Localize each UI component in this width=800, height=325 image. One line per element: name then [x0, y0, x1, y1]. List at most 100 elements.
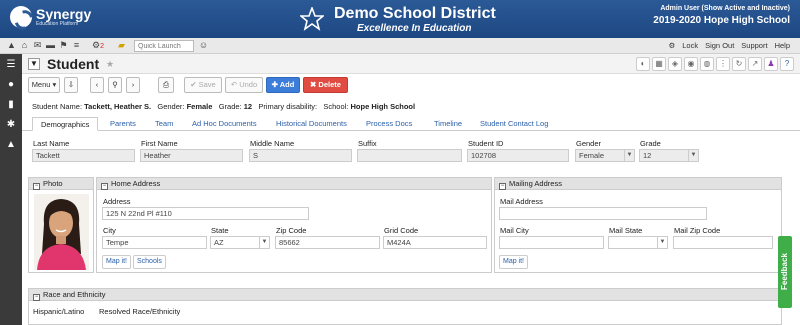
lock-icon[interactable]: ▲ [6, 40, 17, 51]
notifications-icon[interactable]: ⚙2 [86, 40, 110, 51]
external-icon[interactable]: ↗ [748, 57, 762, 71]
previous-icon[interactable]: ‹ [90, 77, 104, 93]
road-icon[interactable]: ▲ [5, 139, 17, 151]
brand-name: Synergy [36, 6, 92, 22]
person-icon[interactable]: ☺ [198, 40, 209, 51]
flag-icon[interactable]: ⚑ [58, 40, 69, 51]
tab-demographics[interactable]: Demographics [32, 117, 99, 131]
photo-panel: − Photo [28, 177, 94, 273]
schools-button[interactable]: Schools [133, 255, 166, 269]
lock-link[interactable]: Lock [682, 41, 698, 50]
export-icon[interactable]: ⇩ [64, 77, 78, 93]
tab-parents[interactable]: Parents [102, 117, 144, 131]
address-field[interactable]: 125 N 22nd Pl #110 [102, 207, 309, 220]
mailing-address-header[interactable]: − Mailing Address [495, 178, 781, 190]
add-button[interactable]: ✚ Add [266, 77, 300, 93]
suffix-field[interactable] [357, 149, 462, 162]
student-summary: Student Name: Tackett, Heather S. Gender… [32, 102, 416, 111]
district-motto: Excellence In Education [357, 23, 472, 34]
gear-icon[interactable]: ⚙ [669, 41, 676, 50]
collapse-icon[interactable]: − [33, 183, 40, 190]
first-name-label: First Name [141, 139, 178, 148]
menu-icon[interactable]: ☰ [5, 59, 17, 71]
mail-state-label: Mail State [609, 226, 643, 235]
quick-launch-input[interactable] [134, 40, 194, 52]
tool-icon-2[interactable]: ▦ [652, 57, 666, 71]
grid-code-field[interactable]: M424A [383, 236, 487, 249]
search-icon[interactable]: ⚲ [108, 77, 122, 93]
tab-historical-documents[interactable]: Historical Documents [268, 117, 355, 131]
top-banner: Synergy Education Platform Demo School D… [0, 0, 800, 38]
first-name-field[interactable]: Heather [140, 149, 243, 162]
filter-icon[interactable]: ▼ [28, 58, 40, 70]
mail-map-it-button[interactable]: Map it! [499, 255, 529, 269]
list-icon[interactable]: ≡ [71, 40, 82, 51]
mail-city-field[interactable] [499, 236, 604, 249]
tab-team[interactable]: Team [147, 117, 181, 131]
user-info: Admin User (Show Active and Inactive) 20… [653, 4, 790, 28]
feedback-tab[interactable]: Feedback [778, 236, 792, 308]
tool-icon-4[interactable]: ◉ [684, 57, 698, 71]
tab-student-contact-log[interactable]: Student Contact Log [472, 117, 556, 131]
photo-panel-header[interactable]: − Photo [29, 178, 93, 190]
message-icon[interactable]: ▬ [45, 40, 56, 51]
grade-select[interactable]: 12 ▼ [639, 149, 699, 162]
tab-adhoc-documents[interactable]: Ad Hoc Documents [184, 117, 265, 131]
title-tools: ◐ ▦ ◈ ◉ ◍ ⋮ ↻ ↗ ♟ ? [636, 57, 794, 71]
collapse-icon[interactable]: − [499, 183, 506, 190]
print-icon[interactable]: ⎙ [158, 77, 174, 93]
middle-name-field[interactable]: S [249, 149, 352, 162]
state-select[interactable]: AZ ▼ [210, 236, 270, 249]
mail-address-field[interactable] [499, 207, 707, 220]
address-label: Address [103, 197, 131, 206]
folder-icon[interactable]: ▰ [116, 40, 127, 51]
gender-label: Gender [576, 139, 602, 148]
sign-out-link[interactable]: Sign Out [705, 41, 734, 50]
collapse-icon[interactable]: − [101, 183, 108, 190]
settings-icon[interactable]: ✱ [5, 119, 17, 131]
support-link[interactable]: Support [741, 41, 767, 50]
bookmark-icon[interactable]: ▮ [5, 99, 17, 111]
city-label: City [103, 226, 116, 235]
suffix-label: Suffix [358, 139, 377, 148]
zip-field[interactable]: 85662 [275, 236, 380, 249]
home-address-header[interactable]: − Home Address [97, 178, 491, 190]
refresh-icon[interactable]: ↻ [732, 57, 746, 71]
tab-timeline[interactable]: Timeline [426, 117, 470, 131]
delete-button[interactable]: ✖ Delete [303, 77, 348, 93]
menu-button[interactable]: Menu ▾ [28, 77, 60, 93]
left-nav: ☰ ● ▮ ✱ ▲ [0, 54, 22, 325]
last-name-field[interactable]: Tackett [32, 149, 135, 162]
student-id-field[interactable]: 102708 [467, 149, 569, 162]
undo-button[interactable]: ↶ Undo [225, 77, 263, 93]
tool-icon-5[interactable]: ◍ [700, 57, 714, 71]
home-icon[interactable]: ⌂ [19, 40, 30, 51]
hispanic-latino-label: Hispanic/Latino [33, 307, 85, 316]
tab-process-docs[interactable]: Process Docs [358, 117, 420, 131]
map-it-button[interactable]: Map it! [102, 255, 132, 269]
race-ethnicity-panel: − Race and Ethnicity Hispanic/Latino Reso… [28, 288, 782, 325]
more-icon[interactable]: ⋮ [716, 57, 730, 71]
user-icon[interactable]: ♟ [764, 57, 778, 71]
collapse-icon[interactable]: − [33, 294, 40, 301]
user-name[interactable]: Admin User (Show Active and Inactive) [653, 4, 790, 14]
next-icon[interactable]: › [126, 77, 140, 93]
mail-state-select[interactable]: ▼ [608, 236, 668, 249]
help-icon[interactable]: ? [780, 57, 794, 71]
tool-icon-1[interactable]: ◐ [636, 57, 650, 71]
race-ethnicity-header[interactable]: − Race and Ethnicity [29, 289, 781, 301]
save-button[interactable]: ✔ Save [184, 77, 222, 93]
city-field[interactable]: Tempe [102, 236, 207, 249]
grid-code-label: Grid Code [384, 226, 419, 235]
chevron-down-icon: ▼ [657, 237, 667, 248]
favorite-icon[interactable]: ★ [106, 59, 114, 70]
synergy-logo[interactable]: Synergy Education Platform [10, 6, 91, 28]
location-icon[interactable]: ● [5, 79, 17, 91]
gender-select[interactable]: Female ▼ [575, 149, 635, 162]
student-name: Tackett, Heather S. [84, 102, 152, 111]
mail-zip-field[interactable] [673, 236, 773, 249]
help-link[interactable]: Help [775, 41, 790, 50]
mail-icon[interactable]: ✉ [32, 40, 43, 51]
tool-icon-3[interactable]: ◈ [668, 57, 682, 71]
school-year[interactable]: 2019-2020 Hope High School [653, 14, 790, 28]
